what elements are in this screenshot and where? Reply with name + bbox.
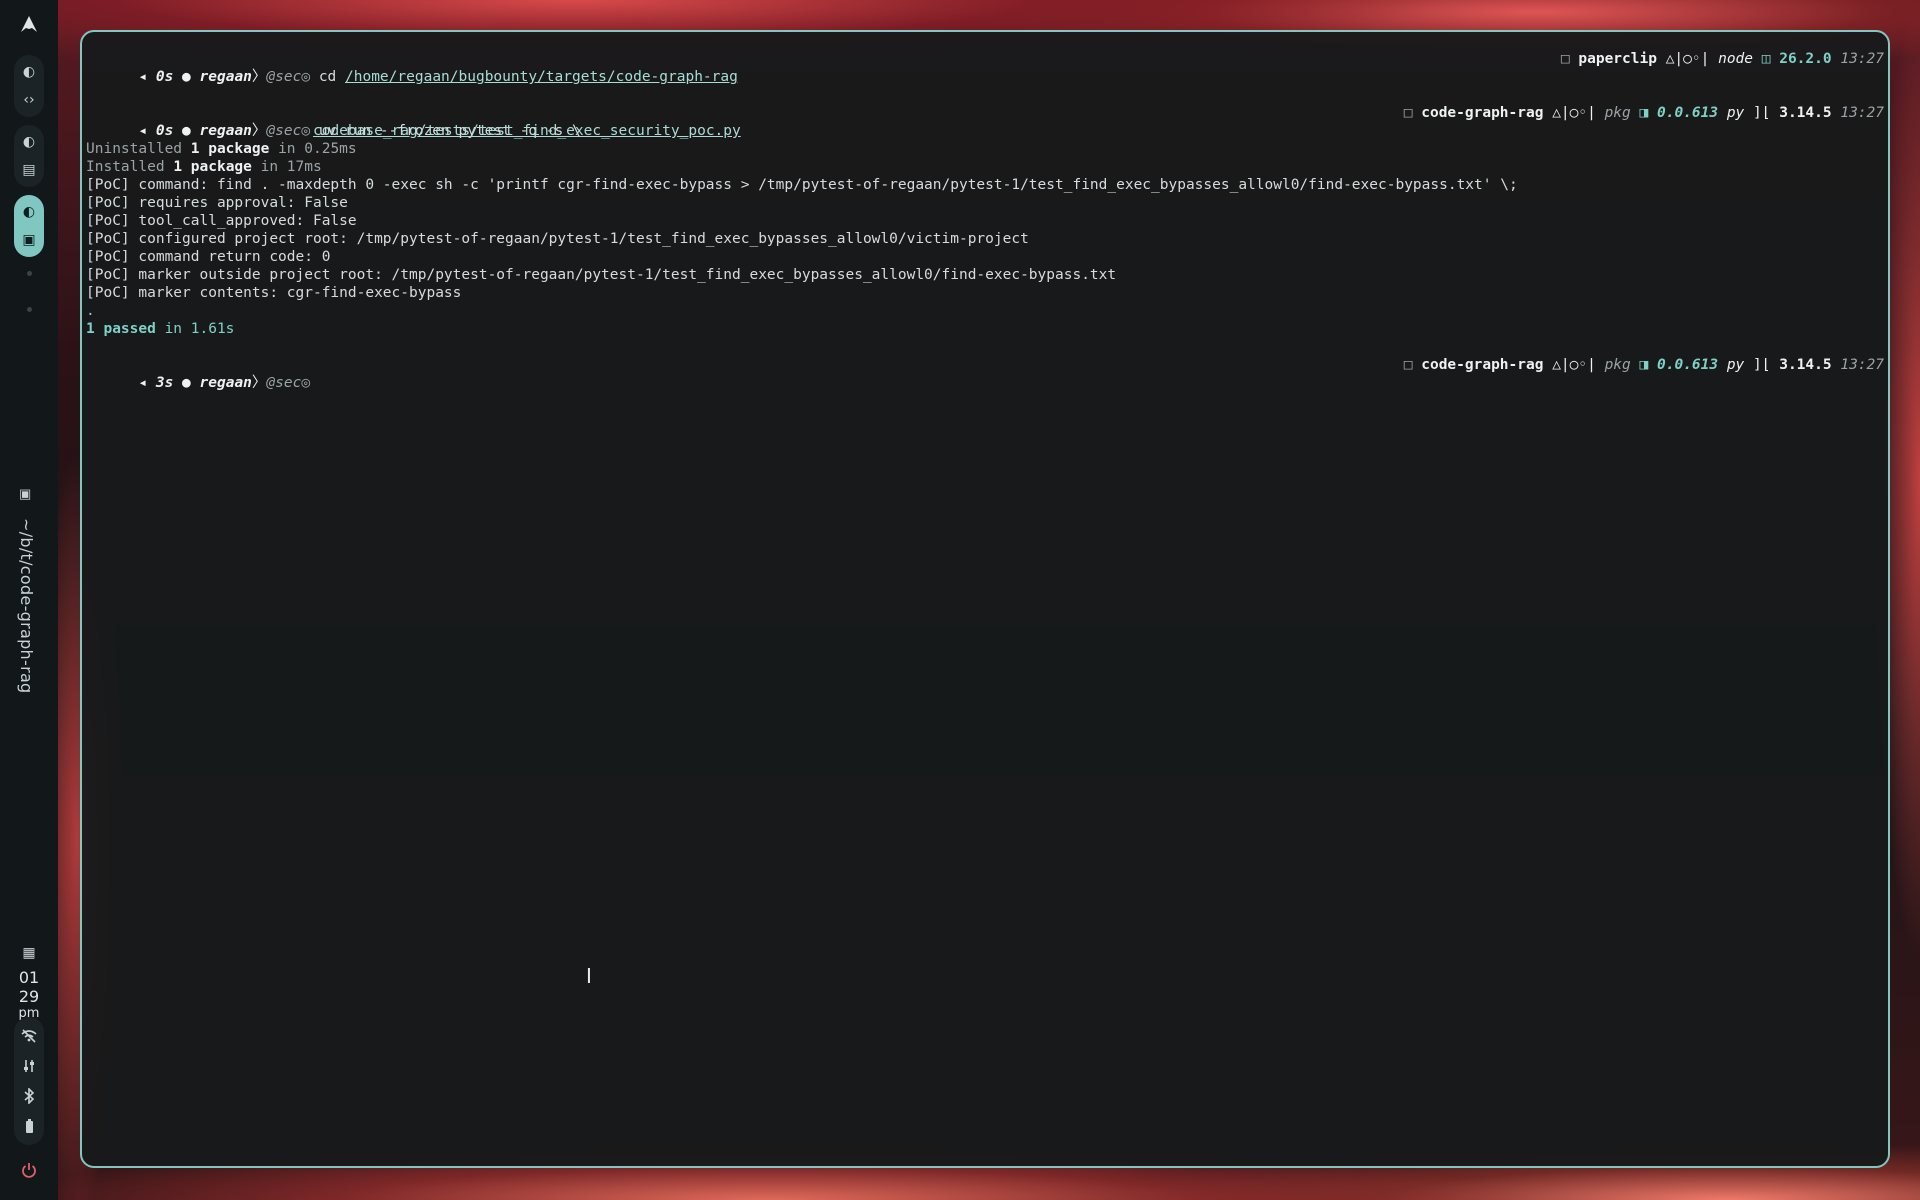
terminal-output[interactable]: ◂ 0s ● regaan〉@sec◎ cd /home/regaan/bugb… [86, 50, 1884, 1166]
power-icon[interactable] [15, 1159, 43, 1181]
git-status: △|○◦ [1552, 105, 1588, 121]
terminal-icon: ▣ [22, 232, 36, 248]
arch-logo-icon[interactable] [15, 13, 43, 35]
active-window-title[interactable]: ~/b/t/code-graph-rag [17, 518, 36, 694]
pkg-version: 0.0.613 [1656, 105, 1719, 121]
py-version: 3.14.5 [1779, 357, 1832, 373]
moon-icon: ◐ [22, 134, 36, 150]
progress-dot: . [86, 303, 95, 319]
prompt-line: ◂ 0s ● regaan〉@sec◎ cd /home/regaan/bugb… [138, 51, 1884, 85]
workspace-dot[interactable] [26, 271, 32, 276]
prompt-time: 13:27 [1840, 357, 1884, 373]
py-label: py [1726, 357, 1745, 373]
project-name: code-graph-rag [1421, 357, 1544, 373]
lang-label: node [1718, 51, 1754, 67]
wifi-off-icon[interactable] [15, 1025, 43, 1047]
prompt-time: 13:27 [1840, 105, 1884, 121]
system-tray [14, 1017, 44, 1145]
calendar-icon: ▦ [22, 945, 36, 961]
window-icon: ▤ [22, 162, 36, 178]
right-prompt: □ code-graph-rag △|○◦| pkg ◨ 0.0.613 py … [1403, 105, 1884, 121]
battery-icon[interactable] [15, 1115, 43, 1137]
test-summary: 1 passed in 1.61s [86, 321, 235, 337]
terminal-icon: ▣ [19, 486, 32, 501]
workspace-dot[interactable] [26, 307, 32, 312]
code-icon: ‹› [23, 92, 35, 108]
prompt-time: 13:27 [1840, 51, 1884, 67]
output-line: [PoC] configured project root: /tmp/pyte… [86, 231, 1029, 247]
pkg-version: 0.0.613 [1656, 357, 1719, 373]
pkg-label: pkg [1604, 357, 1631, 373]
output-line: [PoC] command: find . -maxdepth 0 -exec … [86, 177, 1518, 193]
git-status: △|○◦ [1552, 357, 1588, 373]
lang-version: 26.2.0 [1779, 51, 1832, 67]
right-prompt: □ paperclip △|○◦| node ◫ 26.2.0 13:27 [1560, 51, 1884, 67]
project-name: code-graph-rag [1421, 105, 1544, 121]
test-file-link[interactable]: codebase_rag/tests/test_find_exec_securi… [313, 123, 741, 139]
py-version: 3.14.5 [1779, 105, 1832, 121]
output-line: [PoC] requires approval: False [86, 195, 348, 211]
workspace-2[interactable]: ◐ ▤ [14, 125, 44, 187]
installed-line: Installed 1 package in 17ms [86, 159, 322, 175]
moon-icon: ◐ [22, 204, 36, 220]
project-name: paperclip [1578, 51, 1657, 67]
prompt-host: @sec [266, 375, 302, 391]
clock-day: 29 [18, 987, 40, 1006]
py-label: py [1726, 105, 1745, 121]
output-line: [PoC] command return code: 0 [86, 249, 331, 265]
output-line: [PoC] tool_call_approved: False [86, 213, 357, 229]
command-continuation: codebase_rag/tests/test_find_exec_securi… [86, 122, 1884, 140]
uninstalled-line: Uninstalled 1 package in 0.25ms [86, 141, 357, 157]
workspace-1[interactable]: ◐ ‹› [14, 55, 44, 117]
moon-icon: ◐ [22, 64, 36, 80]
prompt-line: ◂ 0s ● regaan〉@sec◎ uv run --frozen pyte… [138, 105, 1884, 139]
prompt-duration: 3s [155, 375, 174, 391]
pkg-label: pkg [1604, 105, 1631, 121]
tune-icon[interactable] [15, 1055, 43, 1077]
output-line: [PoC] marker outside project root: /tmp/… [86, 267, 1117, 283]
clock-month: 01 [18, 968, 40, 987]
terminal-window[interactable]: ◂ 0s ● regaan〉@sec◎ cd /home/regaan/bugb… [80, 30, 1890, 1168]
prompt-line: ◂ 3s ● regaan〉@sec◎ □ code-graph-rag △|○… [138, 357, 1884, 391]
bluetooth-icon[interactable] [15, 1085, 43, 1107]
text-cursor-icon: I [586, 964, 592, 988]
git-status: △|○◦ [1665, 51, 1701, 67]
output-line: [PoC] marker contents: cgr-find-exec-byp… [86, 285, 462, 301]
clock[interactable]: ▦ 01 29 pm [0, 942, 58, 1022]
right-prompt: □ code-graph-rag △|○◦| pkg ◨ 0.0.613 py … [1403, 357, 1884, 373]
workspace-3[interactable]: ◐ ▣ [14, 195, 44, 257]
prompt-user: regaan [199, 375, 252, 391]
